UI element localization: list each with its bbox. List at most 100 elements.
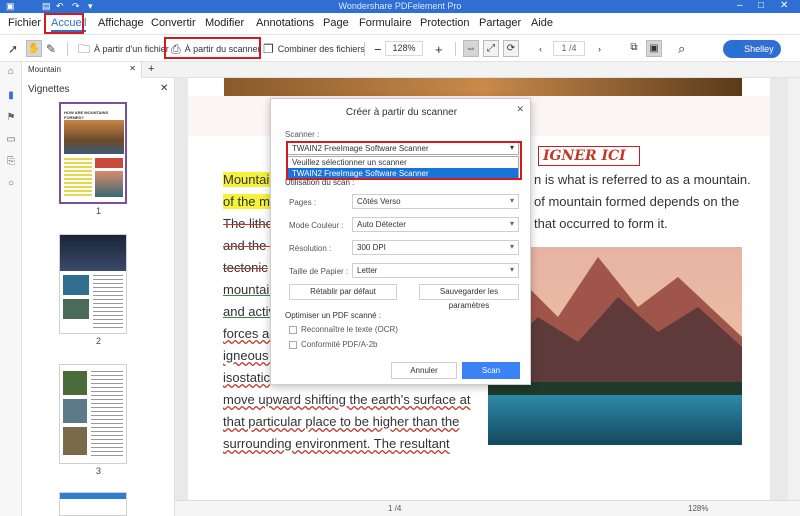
close-panel-icon[interactable]: ✕ xyxy=(160,83,168,94)
from-file-label: À partir d'un fichier xyxy=(94,44,169,54)
body-text-line: tectonic xyxy=(223,260,268,275)
paper-size-label: Taille de Papier : xyxy=(289,267,349,276)
fit-page-icon[interactable]: ⤢ xyxy=(483,40,499,57)
accueil-highlight-box xyxy=(44,13,84,34)
pdfa-checkbox[interactable]: Conformité PDF/A-2b xyxy=(289,340,377,349)
chevron-down-icon: ▾ xyxy=(509,242,514,251)
body-text-line: surrounding environment. The resultant xyxy=(223,436,450,451)
paper-size-select[interactable]: Letter ▾ xyxy=(352,263,519,278)
toolbar: ➚ ✋ ✎ 🗀 À partir d'un fichier ⎙ À partir d… xyxy=(0,36,800,62)
ocr-checkbox[interactable]: Reconnaître le texte (OCR) xyxy=(289,325,398,334)
page-number-field[interactable]: 1 /4 xyxy=(553,41,585,56)
pdfa-label: Conformité PDF/A-2b xyxy=(301,340,378,349)
menu-protection[interactable]: Protection xyxy=(420,17,470,29)
screenshot-icon[interactable]: ⧉ xyxy=(626,40,642,57)
user-button[interactable]: 👤 Shelley xyxy=(723,40,781,58)
menu-formulaire[interactable]: Formulaire xyxy=(359,17,412,29)
scan-button[interactable]: Scan xyxy=(462,362,520,379)
new-tab-icon[interactable]: + xyxy=(148,63,154,75)
reset-defaults-button[interactable]: Rétablir par défaut xyxy=(289,284,397,300)
prev-page-icon[interactable]: ‹ xyxy=(539,41,542,57)
search-icon[interactable]: ⌕ xyxy=(678,41,685,57)
close-icon[interactable]: ✕ xyxy=(780,0,788,11)
thumbnail-page-1[interactable]: HOW ARE MOUNTAINS FORMED? xyxy=(59,102,127,204)
resolution-value: 300 DPI xyxy=(357,243,386,252)
window-title: Wondershare PDFelement Pro xyxy=(338,1,462,11)
dialog-close-icon[interactable]: ✕ xyxy=(516,104,524,115)
from-file-button[interactable]: 🗀 À partir d'un fichier xyxy=(78,41,169,57)
pages-label: Pages : xyxy=(289,198,317,207)
menu-modifier[interactable]: Modifier xyxy=(205,17,244,29)
hand-tool-icon[interactable]: ✋ xyxy=(26,40,42,57)
chevron-down-icon: ▾ xyxy=(509,196,514,205)
rotate-icon[interactable]: ⟳ xyxy=(503,40,519,57)
header-image xyxy=(224,78,742,96)
search-panel-icon[interactable]: ○ xyxy=(5,178,17,190)
thumb-heading: HOW ARE MOUNTAINS FORMED? xyxy=(64,110,109,120)
combine-files-label: Combiner des fichiers xyxy=(277,44,365,54)
thumb-image xyxy=(63,371,87,395)
menu-bar: Fichier Accueil Affichage Convertir Modi… xyxy=(0,13,800,35)
body-text-line: forces ac xyxy=(223,326,276,341)
thumb-image xyxy=(60,493,126,499)
menu-fichier[interactable]: Fichier xyxy=(8,17,41,29)
resolution-select[interactable]: 300 DPI ▾ xyxy=(352,240,519,255)
comment-icon[interactable]: ▭ xyxy=(5,134,17,146)
edit-tool-icon[interactable]: ✎ xyxy=(46,41,56,57)
tab-close-icon[interactable]: ✕ xyxy=(129,64,136,73)
checkbox-icon xyxy=(289,325,297,334)
zoom-out-icon[interactable]: − xyxy=(374,41,382,57)
user-icon: 👤 xyxy=(730,44,745,54)
body-text-line: that particular place to be higher than … xyxy=(223,414,460,429)
menu-partager[interactable]: Partager xyxy=(479,17,521,29)
body-text-line: and activ xyxy=(223,304,276,319)
body-text-line: Mountain xyxy=(223,172,277,187)
checkbox-icon xyxy=(289,340,297,349)
zoom-level[interactable]: 128% xyxy=(385,41,423,56)
fit-width-icon[interactable]: ⇔ xyxy=(463,40,479,57)
toolbar-divider xyxy=(455,42,456,56)
chevron-down-icon: ▾ xyxy=(509,265,514,274)
home-icon[interactable]: ⌂ xyxy=(5,66,17,78)
thumbnail-page-number: 1 xyxy=(95,206,101,216)
paper-size-value: Letter xyxy=(357,266,378,275)
next-page-icon[interactable]: › xyxy=(598,41,601,57)
cancel-button[interactable]: Annuler xyxy=(391,362,457,379)
thumb-image xyxy=(63,275,89,295)
attachment-icon[interactable]: ⎘ xyxy=(5,156,17,168)
toolbar-divider xyxy=(67,42,68,56)
thumbnail-page-2[interactable] xyxy=(59,234,127,334)
thumbnail-page-number: 3 xyxy=(95,466,101,476)
color-mode-select[interactable]: Auto Détecter ▾ xyxy=(352,217,519,232)
pages-select[interactable]: Côtés Verso ▾ xyxy=(352,194,519,209)
menu-affichage[interactable]: Affichage xyxy=(98,17,144,29)
tab-mountain[interactable]: Mountain ✕ xyxy=(22,62,142,78)
status-bar: 1 /4 128% xyxy=(175,500,800,516)
save-settings-button[interactable]: Sauvegarder les paramètres xyxy=(419,284,519,310)
body-text-line: n is what is referred to as a mountain. xyxy=(534,172,751,187)
menu-annotations[interactable]: Annotations xyxy=(256,17,314,29)
thumb-image xyxy=(63,299,89,319)
zoom-in-icon[interactable]: + xyxy=(435,41,443,57)
thumb-image xyxy=(63,427,87,455)
menu-aide[interactable]: Aide xyxy=(531,17,553,29)
bookmark-icon[interactable]: ⚑ xyxy=(5,112,17,124)
thumbnail-page-number: 2 xyxy=(95,336,101,346)
single-page-view-icon[interactable]: ▣ xyxy=(646,40,662,57)
minimize-icon[interactable]: – xyxy=(737,0,743,11)
thumbnail-page-3[interactable] xyxy=(59,364,127,464)
maximize-icon[interactable]: □ xyxy=(758,0,764,11)
combine-files-button[interactable]: ❐ Combiner des fichiers xyxy=(263,41,365,57)
scanner-highlight-box xyxy=(286,141,522,180)
thumbnails-icon[interactable]: ▮ xyxy=(5,90,17,102)
body-text-line: and the c xyxy=(223,238,277,253)
vertical-scrollbar[interactable] xyxy=(788,78,800,500)
select-tool-icon[interactable]: ➚ xyxy=(8,41,18,57)
menu-convertir[interactable]: Convertir xyxy=(151,17,196,29)
menu-page[interactable]: Page xyxy=(323,17,349,29)
thumbnail-page-4[interactable] xyxy=(59,492,127,516)
thumb-image xyxy=(63,399,87,423)
combine-icon: ❐ xyxy=(263,42,274,56)
toolbar-divider xyxy=(364,42,365,56)
color-mode-value: Auto Détecter xyxy=(357,220,406,229)
